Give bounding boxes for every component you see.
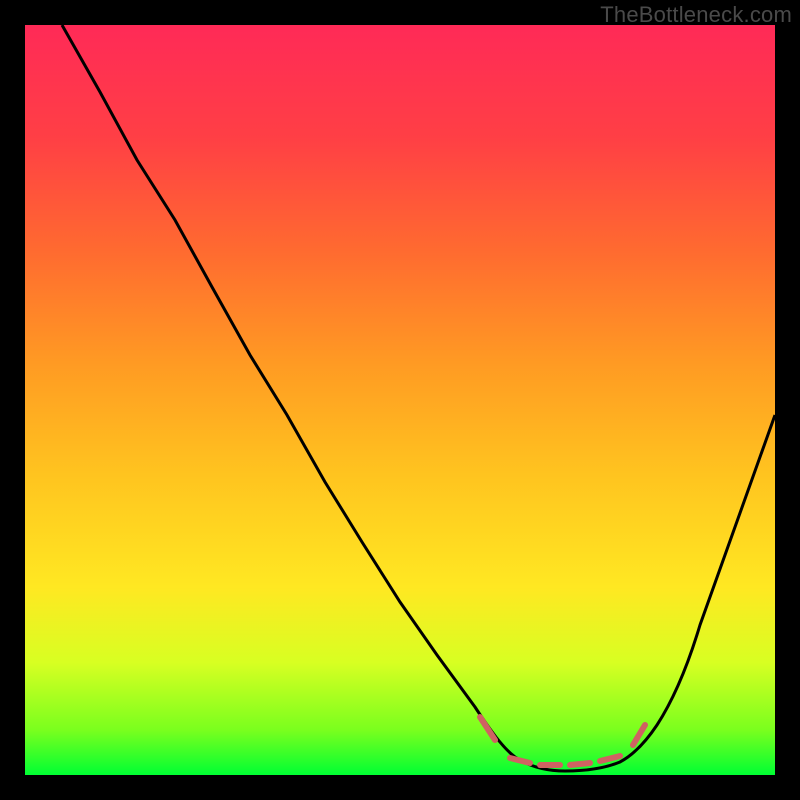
chart-plot-area [25, 25, 775, 775]
optimal-band-marker [480, 717, 645, 765]
bottleneck-curve-line [62, 25, 775, 771]
chart-svg [25, 25, 775, 775]
watermark-text: TheBottleneck.com [600, 2, 792, 28]
chart-frame: TheBottleneck.com [0, 0, 800, 800]
